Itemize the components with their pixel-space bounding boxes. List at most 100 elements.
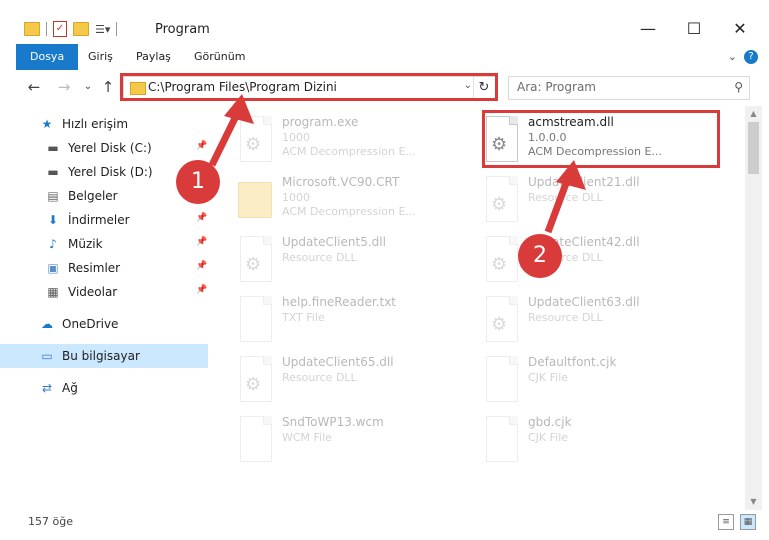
tab-gorunum[interactable]: Görünüm — [194, 44, 245, 70]
details-view-icon[interactable]: ≡ — [718, 514, 734, 530]
network-icon: ⇄ — [41, 381, 53, 395]
file-detail: Resource DLL — [528, 191, 603, 204]
scroll-down-icon[interactable]: ▼ — [745, 494, 762, 510]
sidebar-item[interactable]: ▬ Yerel Disk (C:) 📌 — [0, 136, 208, 160]
large-icons-view-icon[interactable]: ▦ — [740, 514, 756, 530]
file-name: UpdateClient5.dll — [282, 235, 386, 249]
divider — [46, 22, 47, 36]
pin-icon[interactable]: 📌 — [196, 213, 207, 223]
file-name: UpdateClient21.dll — [528, 175, 640, 189]
music-icon: ♪ — [49, 237, 57, 251]
dll-file-icon: ⚙ — [482, 236, 520, 282]
file-description: ACM Decompression E... — [282, 205, 416, 218]
cloud-icon: ☁ — [41, 317, 53, 331]
file-detail: Resource DLL — [528, 311, 603, 324]
file-description: ACM Decompression E... — [282, 145, 416, 158]
file-detail: CJK File — [528, 431, 569, 444]
file-item[interactable]: help.fineReader.txt TXT File — [236, 292, 476, 348]
sidebar-item-label: Videolar — [68, 285, 118, 299]
dll-file-icon: ⚙ — [482, 176, 520, 222]
pin-icon[interactable]: 📌 — [196, 261, 207, 271]
file-name: program.exe — [282, 115, 359, 129]
customize-toolbar-icon[interactable]: ☰▾ — [95, 23, 110, 36]
ribbon-tabs: Dosya Giriş Paylaş Görünüm ⌄ ? — [0, 44, 769, 71]
file-detail: TXT File — [282, 311, 325, 324]
file-name: UpdateClient63.dll — [528, 295, 640, 309]
maximize-button[interactable]: ☐ — [671, 14, 717, 44]
forward-button[interactable]: → — [54, 77, 74, 97]
sidebar-item-label: Resimler — [68, 261, 121, 275]
dll-file-icon: ⚙ — [236, 356, 274, 402]
drive-icon: ▬ — [47, 141, 59, 155]
file-item[interactable]: ⚙ program.exe 1000 ACM Decompression E... — [236, 112, 476, 168]
help-icon[interactable]: ? — [744, 50, 758, 64]
address-highlight-box — [120, 73, 498, 101]
file-detail: 1000 — [282, 191, 310, 204]
file-item[interactable]: ⚙ UpdateClient5.dll Resource DLL — [236, 232, 476, 288]
title-bar: ✓ ☰▾ Program — ☐ ✕ — [0, 0, 769, 44]
tab-giris[interactable]: Giriş — [88, 44, 113, 70]
up-button[interactable]: ↑ — [98, 77, 118, 97]
sidebar-item[interactable]: ▣ Resimler 📌 — [0, 256, 208, 280]
file-detail: Resource DLL — [282, 251, 357, 264]
file-item[interactable]: SndToWP13.wcm WCM File — [236, 412, 476, 468]
pin-icon[interactable]: 📌 — [196, 237, 207, 247]
file-item[interactable]: ⚙ UpdateClient65.dll Resource DLL — [236, 352, 476, 408]
file-detail: Resource DLL — [282, 371, 357, 384]
sidebar-item-label: İndirmeler — [68, 213, 130, 227]
folder-icon — [24, 22, 40, 36]
dll-file-icon: ⚙ — [482, 296, 520, 342]
scroll-up-icon[interactable]: ▲ — [745, 106, 762, 122]
scrollbar-thumb[interactable] — [748, 122, 759, 174]
file-item[interactable]: gbd.cjk CJK File — [482, 412, 722, 468]
dll-file-icon: ⚙ — [236, 116, 274, 162]
recent-locations-button[interactable]: ⌄ — [78, 77, 98, 97]
properties-icon[interactable]: ✓ — [53, 21, 67, 37]
file-item[interactable]: Microsoft.VC90.CRT 1000 ACM Decompression … — [236, 172, 476, 228]
file-name: Microsoft.VC90.CRT — [282, 175, 400, 189]
file-item[interactable]: Defaultfont.cjk CJK File — [482, 352, 722, 408]
pin-icon[interactable]: 📌 — [196, 285, 207, 295]
sidebar-item[interactable]: ☁ OneDrive — [0, 312, 208, 336]
file-detail: CJK File — [528, 371, 569, 384]
drive-icon: ▬ — [47, 165, 59, 179]
sidebar-item[interactable]: ♪ Müzik 📌 — [0, 232, 208, 256]
search-icon[interactable]: ⚲ — [734, 80, 743, 94]
search-input[interactable]: Ara: Program ⚲ — [508, 76, 750, 100]
tab-dosya[interactable]: Dosya — [16, 44, 79, 70]
minimize-button[interactable]: — — [625, 14, 671, 44]
computer-icon: ▭ — [41, 349, 53, 363]
document-icon — [482, 356, 520, 402]
file-name: help.fineReader.txt — [282, 295, 396, 309]
documents-icon: ▤ — [47, 189, 59, 203]
pictures-icon: ▣ — [47, 261, 59, 275]
file-item[interactable]: ⚙ UpdateClient63.dll Resource DLL — [482, 292, 722, 348]
file-name: SndToWP13.wcm — [282, 415, 384, 429]
sidebar-item[interactable]: ▦ Videolar 📌 — [0, 280, 208, 304]
document-icon — [482, 416, 520, 462]
sidebar-item[interactable]: ▭ Bu bilgisayar — [0, 344, 208, 368]
expand-ribbon-icon[interactable]: ⌄ — [728, 50, 737, 63]
window-title: Program — [155, 22, 210, 37]
tab-paylas[interactable]: Paylaş — [136, 44, 171, 70]
sidebar-item[interactable]: ★ Hızlı erişim — [0, 112, 208, 136]
file-name: gbd.cjk — [528, 415, 572, 429]
file-highlight-box — [482, 110, 720, 168]
sidebar-item[interactable]: ⇄ Ağ — [0, 376, 208, 400]
new-folder-icon[interactable] — [73, 22, 89, 36]
close-button[interactable]: ✕ — [717, 14, 763, 44]
sidebar-item-label: Yerel Disk (D:) — [68, 165, 153, 179]
pin-icon[interactable]: 📌 — [196, 141, 207, 151]
file-item[interactable]: ⚙ UpdateClient21.dll Resource DLL — [482, 172, 722, 228]
video-icon: ▦ — [47, 285, 59, 299]
item-count: 157 öğe — [28, 515, 73, 528]
back-button[interactable]: ← — [24, 77, 44, 97]
file-detail: WCM File — [282, 431, 332, 444]
file-name: UpdateClient65.dll — [282, 355, 394, 369]
file-name: Defaultfont.cjk — [528, 355, 617, 369]
vertical-scrollbar[interactable]: ▲ ▼ — [745, 106, 762, 510]
download-icon: ⬇ — [47, 213, 59, 227]
star-icon: ★ — [41, 117, 53, 131]
folder-icon — [236, 176, 274, 222]
sidebar-item[interactable]: ⬇ İndirmeler 📌 — [0, 208, 208, 232]
